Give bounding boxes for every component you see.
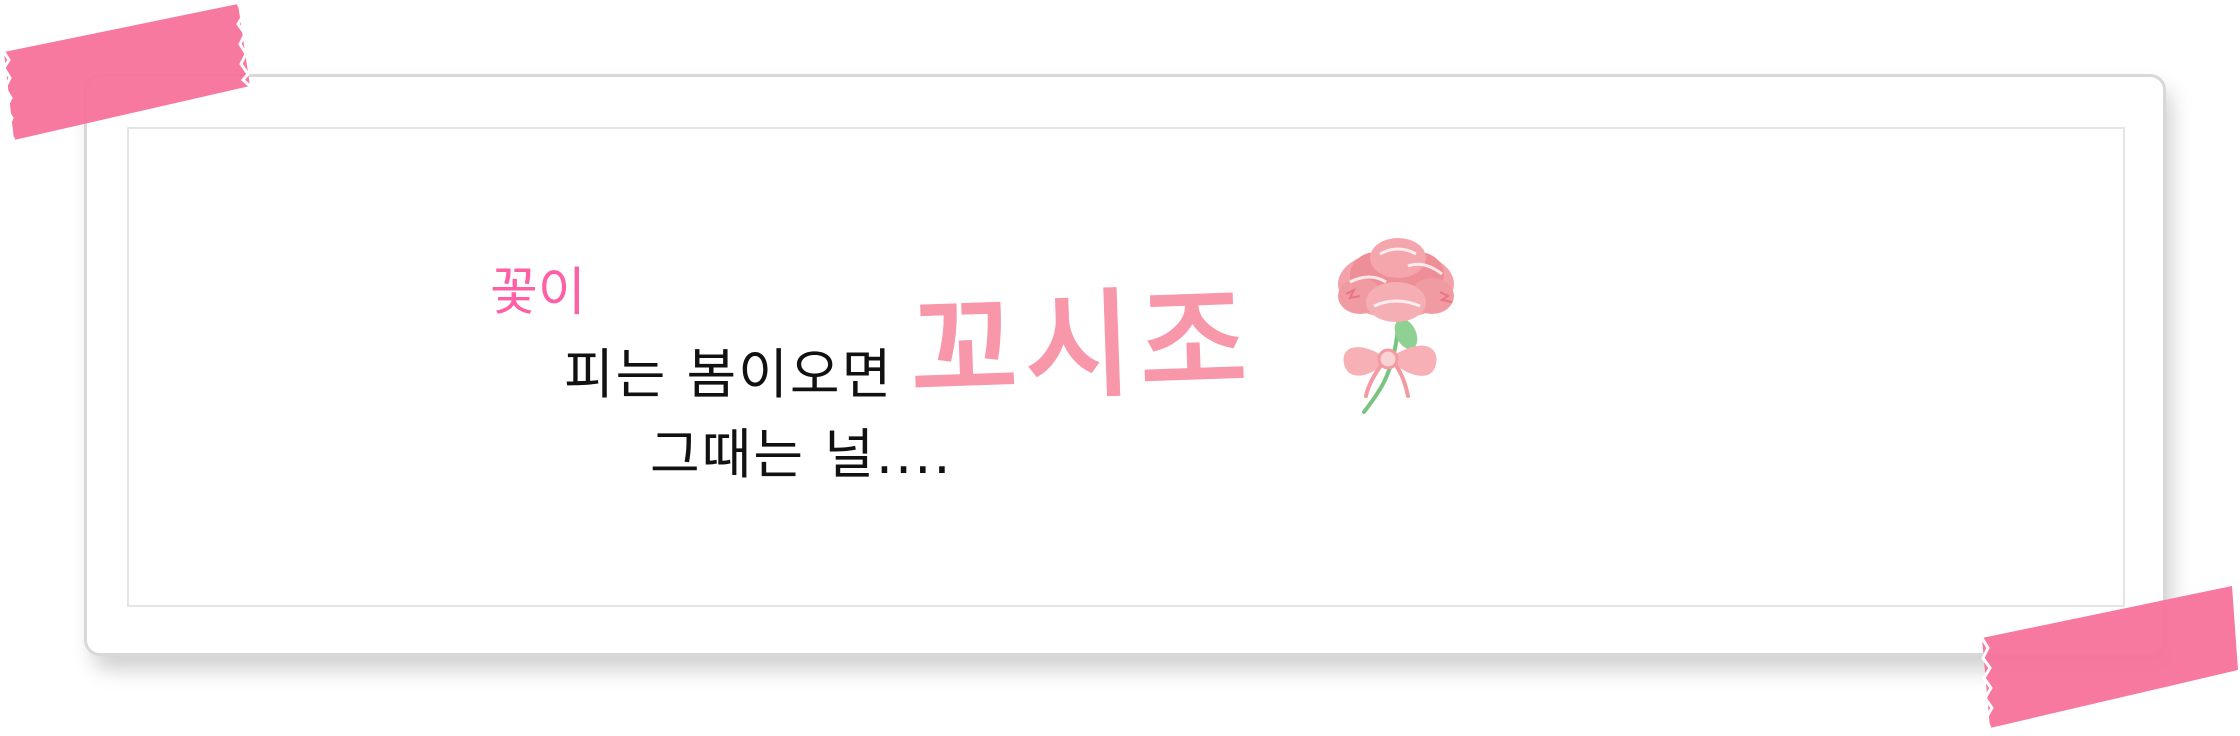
headline-line-1: 피는 봄이오면 xyxy=(564,343,894,406)
washi-tape-icon xyxy=(2,3,251,141)
brand-title: 꼬시조 xyxy=(908,273,1257,420)
washi-tape-icon xyxy=(1980,586,2238,729)
small-word: 꽃이 xyxy=(490,263,586,323)
carnation-icon xyxy=(1338,238,1454,414)
headline-line-2: 그때는 널.... xyxy=(650,423,953,486)
